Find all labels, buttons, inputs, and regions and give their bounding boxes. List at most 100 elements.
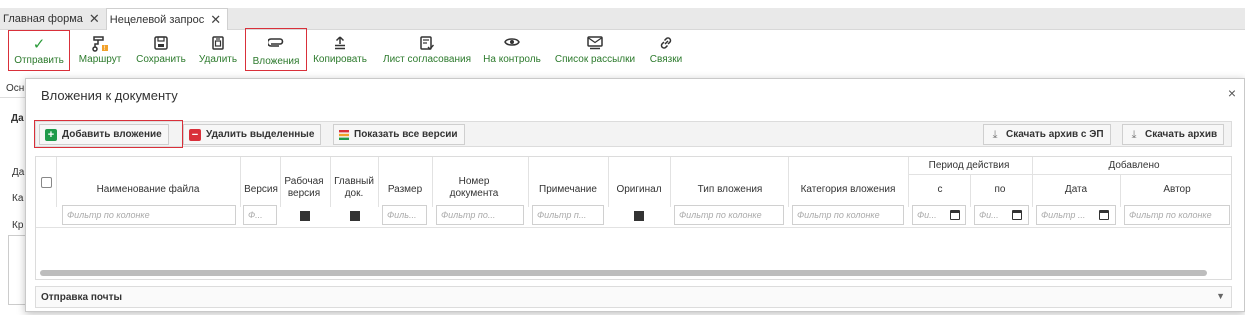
filter-working-version-checkbox[interactable] [298,209,312,223]
filter-attachment-category[interactable]: Фильтр по колонке [792,205,904,225]
chevron-down-icon[interactable]: ▼ [1216,291,1225,301]
grid-header-bottom [36,227,1231,228]
bg-field-label: Ка [12,193,24,204]
bg-field-label: Кр [12,220,24,231]
filter-attachment-type[interactable]: Фильтр по колонке [674,205,784,225]
column-header-doc-number-line2: документа [449,188,499,199]
minus-icon: − [189,128,201,141]
mail-panel-title: Отправка почты [41,291,123,303]
column-separator [1120,175,1121,207]
links-label: Связки [649,54,683,65]
column-header-attachment-type[interactable]: Тип вложения [672,183,788,197]
mailing-list-button[interactable]: Список рассылки [555,36,635,70]
svg-text:!: ! [104,45,106,52]
column-header-original[interactable]: Оригинал [610,183,668,197]
send-label: Отправить [14,55,64,66]
close-icon[interactable]: × [1228,85,1236,101]
horizontal-scrollbar[interactable] [40,270,1207,276]
bg-editor-box [8,235,26,305]
show-all-versions-button[interactable]: Показать все версии [333,124,465,145]
column-group-added: Добавлено [1108,160,1160,171]
tab-main-form[interactable]: Главная форма ✕ [0,8,107,30]
column-header-doc-number[interactable]: Номер [434,176,514,188]
column-separator [908,157,909,207]
column-separator [788,157,789,207]
filter-file-name[interactable]: Фильтр по колонке [62,205,236,225]
column-header-author[interactable]: Автор [1122,183,1231,197]
download-archive-ep-label: Скачать архив с ЭП [1006,129,1104,140]
column-header-size[interactable]: Размер [380,183,430,197]
column-separator [1032,157,1033,207]
column-separator [280,157,281,207]
document-tabs: Главная форма ✕ Нецелевой запрос ✕ [0,8,1245,30]
delete-doc-icon [211,36,225,52]
bg-field-label: Да [12,167,25,178]
mail-panel[interactable]: Отправка почты ▼ [35,286,1232,308]
mail-icon [587,36,603,52]
column-header-main-doc[interactable]: Главный [332,176,376,188]
link-icon [659,36,673,52]
eye-icon [504,36,520,52]
versions-icon [339,129,349,141]
download-icon: ⤓ [992,128,998,141]
filter-original-checkbox[interactable] [632,209,646,223]
route-button[interactable]: ! Маршрут [77,36,123,70]
column-header-from[interactable]: с [910,183,970,197]
calendar-icon[interactable] [1099,210,1109,220]
delete-selected-label: Удалить выделенные [206,129,315,140]
delete-label: Удалить [198,54,238,65]
select-all-checkbox[interactable] [41,177,52,188]
column-header-main-doc-line2: док. [344,188,364,199]
download-archive-button[interactable]: ⤓ Скачать архив [1122,124,1225,145]
calendar-icon[interactable] [950,210,960,220]
route-icon: ! [92,36,108,52]
download-archive-ep-button[interactable]: ⤓ Скачать архив с ЭП [983,124,1111,145]
column-header-file-name[interactable]: Наименование файла [58,183,238,197]
delete-button[interactable]: Удалить [198,36,238,70]
calendar-icon[interactable] [1012,210,1022,220]
attachments-button[interactable]: Вложения [245,28,307,71]
approval-sheet-button[interactable]: Лист согласования [382,36,472,70]
filter-date-placeholder: Фильтр ... [1041,210,1086,220]
column-separator [330,157,331,207]
filter-main-doc-checkbox[interactable] [348,209,362,223]
column-header-date[interactable]: Дата [1036,183,1116,197]
approval-sheet-label: Лист согласования [383,54,471,65]
approval-sheet-icon [420,36,435,52]
column-header-to[interactable]: по [972,183,1028,197]
links-button[interactable]: Связки [647,36,685,70]
filter-size[interactable]: Филь... [382,205,427,225]
column-group-validity-period: Период действия [928,160,1010,171]
copy-button[interactable]: Копировать [312,36,368,70]
close-icon[interactable]: ✕ [210,12,221,28]
filter-to-placeholder: Фи... [979,210,999,220]
attachments-dialog: Вложения к документу × + Добавить вложен… [25,78,1245,312]
tab-nontarget-request[interactable]: Нецелевой запрос ✕ [106,8,229,30]
save-icon [154,36,168,52]
column-header-version[interactable]: Версия [242,183,280,197]
highlight-frame [34,120,183,148]
filter-version[interactable]: Ф... [243,205,277,225]
delete-selected-button[interactable]: − Удалить выделенные [183,124,322,145]
column-header-note[interactable]: Примечание [530,183,606,197]
save-button[interactable]: Сохранить [135,36,187,70]
filter-author[interactable]: Фильтр по колонке [1124,205,1230,225]
route-label: Маршрут [78,54,122,65]
copy-label: Копировать [313,54,367,65]
send-button[interactable]: ✓ Отправить [8,30,70,71]
attachments-label: Вложения [252,56,300,67]
on-control-button[interactable]: На контроль [482,36,542,70]
close-icon[interactable]: ✕ [89,11,100,27]
column-header-working-version-line2: версия [287,188,321,199]
bg-tab-label: Осн [6,83,25,94]
dialog-title: Вложения к документу [41,88,178,103]
column-header-working-version[interactable]: Рабочая [282,176,326,188]
download-archive-label: Скачать архив [1145,129,1218,140]
dialog-toolbar: + Добавить вложение − Удалить выделенные… [35,121,1232,147]
filter-doc-number[interactable]: Фильтр по... [436,205,524,225]
column-header-attachment-category[interactable]: Категория вложения [790,183,906,197]
filter-note[interactable]: Фильтр п... [532,205,604,225]
filter-from-placeholder: Фи... [917,210,937,220]
bg-divider [0,97,25,98]
column-separator [240,157,241,207]
